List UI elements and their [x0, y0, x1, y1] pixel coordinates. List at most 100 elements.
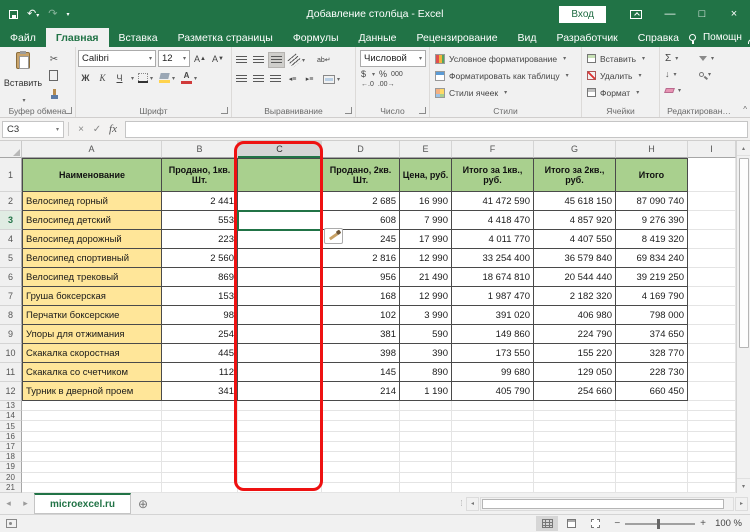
row-header-6[interactable]: 6 [0, 268, 22, 287]
cell-I12[interactable] [688, 382, 736, 401]
cell-E15[interactable] [400, 421, 452, 431]
cell-C1[interactable] [238, 158, 322, 192]
vertical-scroll-thumb[interactable] [739, 158, 749, 348]
cell-E17[interactable] [400, 442, 452, 452]
orientation-button[interactable]: ▾ [287, 52, 307, 68]
cell-D2[interactable]: 2 685 [322, 192, 400, 211]
cell-I10[interactable] [688, 344, 736, 363]
cell-D10[interactable]: 398 [322, 344, 400, 363]
find-select-button[interactable]: ▾ [699, 71, 733, 78]
cell-H9[interactable]: 374 650 [616, 325, 688, 344]
column-header-A[interactable]: A [22, 141, 162, 158]
cell-F18[interactable] [452, 452, 534, 462]
row-header-17[interactable]: 17 [0, 442, 22, 452]
insert-cells-button[interactable]: Вставить▾ [584, 50, 657, 67]
normal-view-button[interactable] [536, 516, 558, 531]
cell-B6[interactable]: 869 [162, 268, 238, 287]
row-header-19[interactable]: 19 [0, 462, 22, 472]
ribbon-tab[interactable]: Разметка страницы [168, 28, 283, 47]
cell-G10[interactable]: 155 220 [534, 344, 616, 363]
column-header-B[interactable]: B [162, 141, 238, 158]
cell-A15[interactable] [22, 421, 162, 431]
cell-B11[interactable]: 112 [162, 363, 238, 382]
cell-E20[interactable] [400, 473, 452, 483]
cell-F12[interactable]: 405 790 [452, 382, 534, 401]
cell-C16[interactable] [238, 432, 322, 442]
ribbon-tab[interactable]: Вставка [109, 28, 168, 47]
accounting-format-button[interactable]: $ [361, 69, 366, 79]
cell-F5[interactable]: 33 254 400 [452, 249, 534, 268]
cell-C7[interactable] [238, 287, 322, 306]
wrap-text-button[interactable]: ab↵ [315, 52, 333, 68]
cell-F16[interactable] [452, 432, 534, 442]
cell-H17[interactable] [616, 442, 688, 452]
cell-D9[interactable]: 381 [322, 325, 400, 344]
delete-cells-button[interactable]: Удалить▾ [584, 67, 657, 84]
cell-C13[interactable] [238, 401, 322, 411]
select-all-corner[interactable] [0, 141, 22, 158]
cell-C21[interactable] [238, 483, 322, 493]
dialog-launcher-icon[interactable] [221, 107, 228, 114]
cell-G12[interactable]: 254 660 [534, 382, 616, 401]
row-header-3[interactable]: 3 [0, 211, 22, 230]
cell-C19[interactable] [238, 462, 322, 472]
cell-E11[interactable]: 890 [400, 363, 452, 382]
cell-A4[interactable]: Велосипед дорожный [22, 230, 162, 249]
cell-G17[interactable] [534, 442, 616, 452]
cell-G15[interactable] [534, 421, 616, 431]
cell-D12[interactable]: 214 [322, 382, 400, 401]
ribbon-tab[interactable]: Формулы [283, 28, 349, 47]
cell-I17[interactable] [688, 442, 736, 452]
row-header-7[interactable]: 7 [0, 287, 22, 306]
cell-E16[interactable] [400, 432, 452, 442]
cell-A8[interactable]: Перчатки боксерские [22, 306, 162, 325]
maximize-button[interactable]: □ [686, 0, 718, 28]
cell-B2[interactable]: 2 441 [162, 192, 238, 211]
cell-E12[interactable]: 1 190 [400, 382, 452, 401]
cell-F15[interactable] [452, 421, 534, 431]
cell-F2[interactable]: 41 472 590 [452, 192, 534, 211]
cell-E2[interactable]: 16 990 [400, 192, 452, 211]
macro-record-icon[interactable] [6, 519, 17, 528]
cell-E10[interactable]: 390 [400, 344, 452, 363]
cell-H10[interactable]: 328 770 [616, 344, 688, 363]
italic-button[interactable]: К [95, 70, 110, 86]
vertical-scrollbar[interactable]: ▴ ▾ [736, 141, 750, 493]
cell-F17[interactable] [452, 442, 534, 452]
scroll-down-icon[interactable]: ▾ [737, 478, 750, 493]
cell-G20[interactable] [534, 473, 616, 483]
cell-H12[interactable]: 660 450 [616, 382, 688, 401]
add-sheet-icon[interactable]: ⊕ [131, 493, 155, 514]
cell-D21[interactable] [322, 483, 400, 493]
zoom-slider-thumb[interactable] [657, 519, 660, 529]
name-box[interactable]: C3▾ [2, 121, 64, 138]
row-header-20[interactable]: 20 [0, 473, 22, 483]
cell-G2[interactable]: 45 618 150 [534, 192, 616, 211]
align-center-button[interactable] [251, 71, 266, 87]
format-as-table-button[interactable]: Форматировать как таблицу▾ [432, 67, 579, 84]
bold-button[interactable]: Ж [78, 70, 93, 86]
cell-H19[interactable] [616, 462, 688, 472]
cell-I5[interactable] [688, 249, 736, 268]
cell-A2[interactable]: Велосипед горный [22, 192, 162, 211]
cell-B12[interactable]: 341 [162, 382, 238, 401]
cell-G3[interactable]: 4 857 920 [534, 211, 616, 230]
row-header-1[interactable]: 1 [0, 158, 22, 192]
row-header-21[interactable]: 21 [0, 483, 22, 493]
cell-E7[interactable]: 12 990 [400, 287, 452, 306]
row-header-10[interactable]: 10 [0, 344, 22, 363]
row-header-5[interactable]: 5 [0, 249, 22, 268]
cell-D7[interactable]: 168 [322, 287, 400, 306]
cell-B10[interactable]: 445 [162, 344, 238, 363]
row-header-4[interactable]: 4 [0, 230, 22, 249]
cell-C6[interactable] [238, 268, 322, 287]
cut-button[interactable]: ✂ [46, 53, 62, 66]
cell-I6[interactable] [688, 268, 736, 287]
cell-H1[interactable]: Итого [616, 158, 688, 192]
cell-H14[interactable] [616, 411, 688, 421]
cell-C8[interactable] [238, 306, 322, 325]
merge-center-button[interactable]: ▾ [321, 71, 342, 87]
cell-A21[interactable] [22, 483, 162, 493]
cell-B14[interactable] [162, 411, 238, 421]
cell-E19[interactable] [400, 462, 452, 472]
